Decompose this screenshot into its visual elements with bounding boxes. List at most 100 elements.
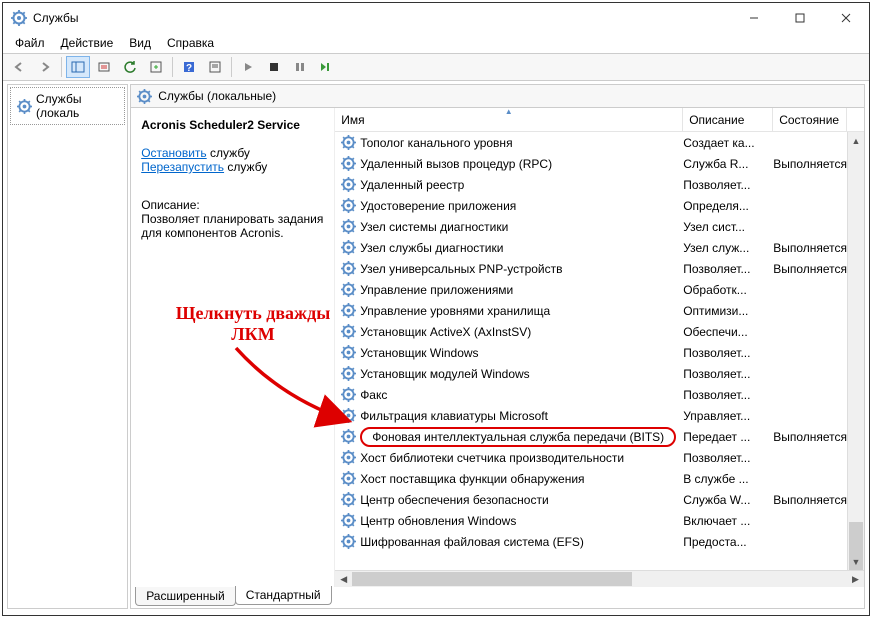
- app-icon: [11, 10, 27, 26]
- service-description: В службе ...: [683, 472, 773, 486]
- service-description: Определя...: [683, 199, 773, 213]
- pause-service-button[interactable]: [288, 56, 312, 78]
- service-name: Факс: [360, 388, 387, 402]
- service-name: Узел службы диагностики: [360, 241, 503, 255]
- menu-help[interactable]: Справка: [159, 34, 222, 52]
- description-text: Позволяет планировать задания для компон…: [141, 212, 324, 240]
- service-row[interactable]: Хост поставщика функции обнаружения В слу…: [335, 468, 864, 489]
- scroll-up-arrow[interactable]: ▲: [848, 132, 864, 149]
- help-button[interactable]: ?: [177, 56, 201, 78]
- service-name: Фоновая интеллектуальная служба передачи…: [360, 427, 676, 447]
- tree-root-label: Службы (локаль: [36, 92, 118, 120]
- service-row[interactable]: Установщик WindowsПозволяет...: [335, 342, 864, 363]
- service-name: Установщик модулей Windows: [360, 367, 529, 381]
- refresh-button[interactable]: [118, 56, 142, 78]
- scroll-left-arrow[interactable]: ◀: [335, 571, 352, 588]
- show-hide-tree-button[interactable]: [66, 56, 90, 78]
- service-name: Удостоверение приложения: [360, 199, 516, 213]
- service-row[interactable]: Узел системы диагностикиУзел сист...: [335, 216, 864, 237]
- vertical-scrollbar[interactable]: ▲ ▼: [847, 132, 864, 570]
- gear-icon: [341, 198, 356, 213]
- service-row[interactable]: Установщик модулей Windows Позволяет...: [335, 363, 864, 384]
- service-description: Позволяет...: [683, 367, 773, 381]
- column-description[interactable]: Описание: [683, 108, 773, 131]
- service-row[interactable]: Тополог канального уровняСоздает ка...: [335, 132, 864, 153]
- menu-action[interactable]: Действие: [53, 34, 122, 52]
- stop-service-button[interactable]: [262, 56, 286, 78]
- properties-button[interactable]: [203, 56, 227, 78]
- service-name: Хост библиотеки счетчика производительно…: [360, 451, 624, 465]
- service-row[interactable]: Факс Позволяет...: [335, 384, 864, 405]
- gear-icon: [341, 408, 356, 423]
- gear-icon: [341, 513, 356, 528]
- service-name: Тополог канального уровня: [360, 136, 512, 150]
- scroll-down-arrow[interactable]: ▼: [848, 553, 864, 570]
- service-row[interactable]: Хост библиотеки счетчика производительно…: [335, 447, 864, 468]
- gear-icon: [341, 345, 356, 360]
- gear-icon: [341, 219, 356, 234]
- close-button[interactable]: [823, 3, 869, 33]
- service-description: Управляет...: [683, 409, 773, 423]
- gear-icon: [341, 492, 356, 507]
- column-state[interactable]: Состояние: [773, 108, 847, 131]
- horizontal-scrollbar[interactable]: ◀ ▶: [335, 570, 864, 587]
- service-row[interactable]: Фильтрация клавиатуры Microsoft Управляет…: [335, 405, 864, 426]
- service-description: Узел служ...: [683, 241, 773, 255]
- details-button[interactable]: [92, 56, 116, 78]
- service-state: Выполняется: [773, 493, 847, 507]
- service-row[interactable]: Установщик ActiveX (AxInstSV)Обеспечи...: [335, 321, 864, 342]
- back-button[interactable]: [7, 56, 31, 78]
- service-row[interactable]: Узел службы диагностики Узел служ...Выпол…: [335, 237, 864, 258]
- service-name: Хост поставщика функции обнаружения: [360, 472, 584, 486]
- service-state: Выполняется: [773, 157, 847, 171]
- service-description: Обеспечи...: [683, 325, 773, 339]
- service-row[interactable]: Удаленный вызов процедур (RPC)Служба R..…: [335, 153, 864, 174]
- gear-icon: [341, 366, 356, 381]
- service-state: Выполняется: [773, 262, 847, 276]
- restart-service-link[interactable]: Перезапустить: [141, 160, 224, 174]
- service-row[interactable]: Центр обеспечения безопасностиСлужба W..…: [335, 489, 864, 510]
- export-list-button[interactable]: [144, 56, 168, 78]
- service-description: Обработк...: [683, 283, 773, 297]
- restart-service-button[interactable]: [314, 56, 338, 78]
- scroll-right-arrow[interactable]: ▶: [847, 571, 864, 588]
- service-row[interactable]: Шифрованная файловая система (EFS)Предос…: [335, 531, 864, 552]
- service-name: Фильтрация клавиатуры Microsoft: [360, 409, 548, 423]
- service-description: Узел сист...: [683, 220, 773, 234]
- selected-service-name: Acronis Scheduler2 Service: [141, 118, 300, 132]
- service-description: Позволяет...: [683, 178, 773, 192]
- service-description: Позволяет...: [683, 388, 773, 402]
- service-name: Шифрованная файловая система (EFS): [360, 535, 584, 549]
- menu-file[interactable]: Файл: [7, 34, 53, 52]
- service-row[interactable]: Центр обновления WindowsВключает ...: [335, 510, 864, 531]
- gear-icon: [341, 156, 356, 171]
- gear-icon: [341, 387, 356, 402]
- tab-standard[interactable]: Стандартный: [235, 586, 332, 605]
- stop-service-link[interactable]: Остановить: [141, 146, 207, 160]
- forward-button[interactable]: [33, 56, 57, 78]
- service-description: Оптимизи...: [683, 304, 773, 318]
- service-state: Выполняется: [773, 241, 847, 255]
- service-row[interactable]: Фоновая интеллектуальная служба передачи…: [335, 426, 864, 447]
- service-row[interactable]: Управление уровнями хранилищаОптимизи...: [335, 300, 864, 321]
- service-row[interactable]: Управление приложениямиОбработк...: [335, 279, 864, 300]
- start-service-button[interactable]: [236, 56, 260, 78]
- maximize-button[interactable]: [777, 3, 823, 33]
- service-description: Включает ...: [683, 514, 773, 528]
- title-bar: Службы: [3, 3, 869, 33]
- service-description: Передает ...: [683, 430, 773, 444]
- service-row[interactable]: Узел универсальных PNP-устройств Позволяе…: [335, 258, 864, 279]
- gear-icon: [341, 429, 356, 444]
- service-row[interactable]: Удаленный реестрПозволяет...: [335, 174, 864, 195]
- column-name[interactable]: Имя▲: [335, 108, 683, 131]
- service-name: Узел универсальных PNP-устройств: [360, 262, 562, 276]
- service-name: Установщик Windows: [360, 346, 478, 360]
- service-description: Позволяет...: [683, 262, 773, 276]
- service-row[interactable]: Удостоверение приложения Определя...: [335, 195, 864, 216]
- minimize-button[interactable]: [731, 3, 777, 33]
- gear-icon: [341, 282, 356, 297]
- hscroll-thumb[interactable]: [352, 572, 632, 586]
- tree-root-item[interactable]: Службы (локаль: [10, 87, 125, 125]
- tab-extended[interactable]: Расширенный: [135, 587, 236, 606]
- menu-view[interactable]: Вид: [121, 34, 159, 52]
